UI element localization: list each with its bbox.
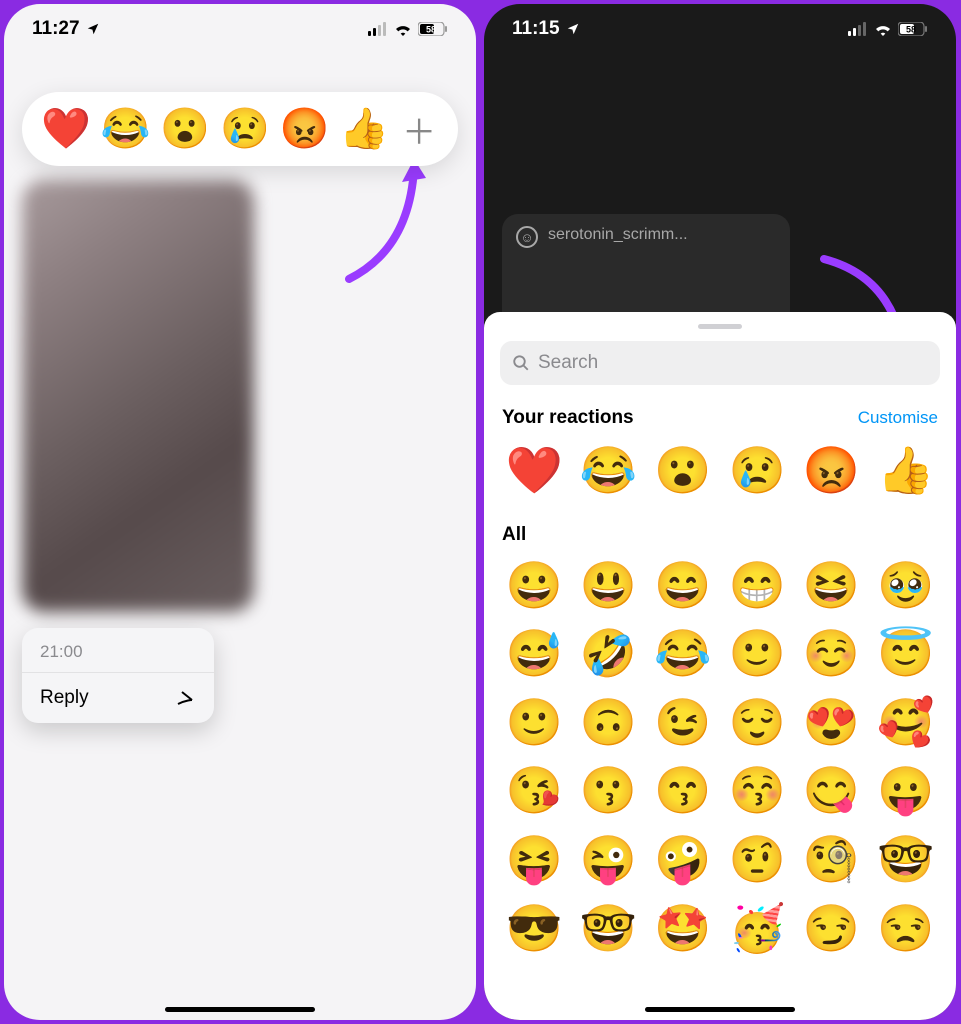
message-preview[interactable] [22, 180, 254, 612]
reaction-laugh[interactable]: 😂 [101, 109, 151, 149]
emoji-item[interactable]: 🤪 [651, 834, 715, 885]
add-reaction-button[interactable]: ＋ [399, 105, 439, 154]
home-indicator[interactable] [165, 1007, 315, 1012]
username-label: serotonin_scrimm... [548, 226, 688, 244]
your-reactions-row: ❤️ 😂 😮 😢 😡 👍 [484, 439, 956, 502]
battery-icon: 58 [898, 22, 928, 36]
location-icon [86, 22, 100, 36]
search-icon [512, 354, 530, 372]
wifi-icon [393, 22, 413, 36]
emoji-item[interactable]: 😆 [799, 560, 863, 611]
emoji-item[interactable]: 🙃 [576, 697, 640, 748]
screenshot-left: 11:27 58 ❤️ 😂 😮 😢 😡 👍 ＋ 21:00 Reply [4, 4, 476, 1020]
reactions-section-header: Your reactions Customise [484, 385, 956, 439]
emoji-item[interactable]: 🥹 [874, 560, 938, 611]
wifi-icon [873, 22, 893, 36]
signal-icon [368, 22, 388, 36]
emoji-item[interactable]: 😎 [502, 903, 566, 954]
emoji-item[interactable]: 🧐 [799, 834, 863, 885]
emoji-item[interactable]: 😁 [725, 560, 789, 611]
emoji-item[interactable]: 😒 [874, 903, 938, 954]
emoji-item[interactable]: 🤓 [874, 834, 938, 885]
reply-icon [172, 688, 196, 708]
emoji-item[interactable]: 😂 [651, 628, 715, 679]
svg-text:58: 58 [906, 25, 916, 35]
customise-button[interactable]: Customise [858, 408, 938, 428]
emoji-item[interactable]: 🙂 [725, 628, 789, 679]
emoji-picker-sheet: Search Your reactions Customise ❤️ 😂 😮 😢… [484, 312, 956, 1020]
your-reactions-title: Your reactions [502, 407, 634, 429]
signal-icon [848, 22, 868, 36]
background-post: ☺ serotonin_scrimm... [502, 214, 790, 314]
sheet-grabber[interactable] [698, 324, 742, 329]
reaction-sad[interactable]: 😢 [220, 109, 270, 149]
emoji-item[interactable]: 😋 [799, 765, 863, 816]
avatar-icon: ☺ [516, 226, 538, 248]
emoji-item[interactable]: 😍 [799, 697, 863, 748]
emoji-item[interactable]: 🥳 [725, 903, 789, 954]
emoji-item[interactable]: 🤓 [576, 903, 640, 954]
reaction-emoji[interactable]: 😂 [576, 445, 640, 496]
reaction-emoji[interactable]: 😢 [725, 445, 789, 496]
emoji-item[interactable]: 😄 [651, 560, 715, 611]
status-bar: 11:15 58 [484, 4, 956, 46]
all-emoji-grid: 😀😃😄😁😆🥹😅🤣😂🙂☺️😇🙂🙃😉😌😍🥰😘😗😙😚😋😛😝😜🤪🤨🧐🤓😎🤓🤩🥳😏😒 [484, 554, 956, 960]
status-time-group: 11:15 [512, 18, 580, 40]
location-icon [566, 22, 580, 36]
emoji-item[interactable]: 🤨 [725, 834, 789, 885]
context-menu: 21:00 Reply [22, 628, 214, 723]
reaction-emoji[interactable]: ❤️ [502, 445, 566, 496]
emoji-item[interactable]: 😛 [874, 765, 938, 816]
reaction-emoji[interactable]: 👍 [874, 445, 938, 496]
emoji-item[interactable]: 😀 [502, 560, 566, 611]
reaction-heart[interactable]: ❤️ [41, 109, 91, 149]
emoji-item[interactable]: 😜 [576, 834, 640, 885]
emoji-item[interactable]: ☺️ [799, 628, 863, 679]
battery-icon: 58 [418, 22, 448, 36]
emoji-item[interactable]: 🤩 [651, 903, 715, 954]
search-placeholder: Search [538, 352, 598, 374]
search-input[interactable]: Search [500, 341, 940, 385]
emoji-item[interactable]: 😚 [725, 765, 789, 816]
annotation-arrow-icon [314, 154, 434, 294]
all-section-title: All [484, 502, 956, 554]
emoji-item[interactable]: 😇 [874, 628, 938, 679]
reaction-emoji[interactable]: 😮 [651, 445, 715, 496]
emoji-item[interactable]: 😉 [651, 697, 715, 748]
svg-text:58: 58 [426, 25, 436, 35]
emoji-item[interactable]: 😙 [651, 765, 715, 816]
reaction-bar: ❤️ 😂 😮 😢 😡 👍 ＋ [22, 92, 458, 166]
emoji-item[interactable]: 😃 [576, 560, 640, 611]
emoji-item[interactable]: 😅 [502, 628, 566, 679]
status-indicators: 58 [848, 22, 928, 36]
emoji-item[interactable]: 🙂 [502, 697, 566, 748]
status-time-group: 11:27 [32, 18, 100, 40]
reaction-angry[interactable]: 😡 [280, 109, 330, 149]
reaction-emoji[interactable]: 😡 [799, 445, 863, 496]
message-time: 21:00 [22, 628, 214, 673]
reaction-like[interactable]: 👍 [339, 109, 389, 149]
home-indicator[interactable] [645, 1007, 795, 1012]
emoji-item[interactable]: 😏 [799, 903, 863, 954]
status-time: 11:15 [512, 18, 560, 40]
status-indicators: 58 [368, 22, 448, 36]
status-time: 11:27 [32, 18, 80, 40]
emoji-item[interactable]: 😌 [725, 697, 789, 748]
reply-button[interactable]: Reply [22, 673, 214, 723]
emoji-item[interactable]: 😘 [502, 765, 566, 816]
status-bar: 11:27 58 [4, 4, 476, 46]
emoji-item[interactable]: 🥰 [874, 697, 938, 748]
emoji-item[interactable]: 🤣 [576, 628, 640, 679]
screenshot-right: 11:15 58 ☺ serotonin_scrimm... Search Yo… [484, 4, 956, 1020]
emoji-item[interactable]: 😝 [502, 834, 566, 885]
emoji-item[interactable]: 😗 [576, 765, 640, 816]
reaction-wow[interactable]: 😮 [160, 109, 210, 149]
